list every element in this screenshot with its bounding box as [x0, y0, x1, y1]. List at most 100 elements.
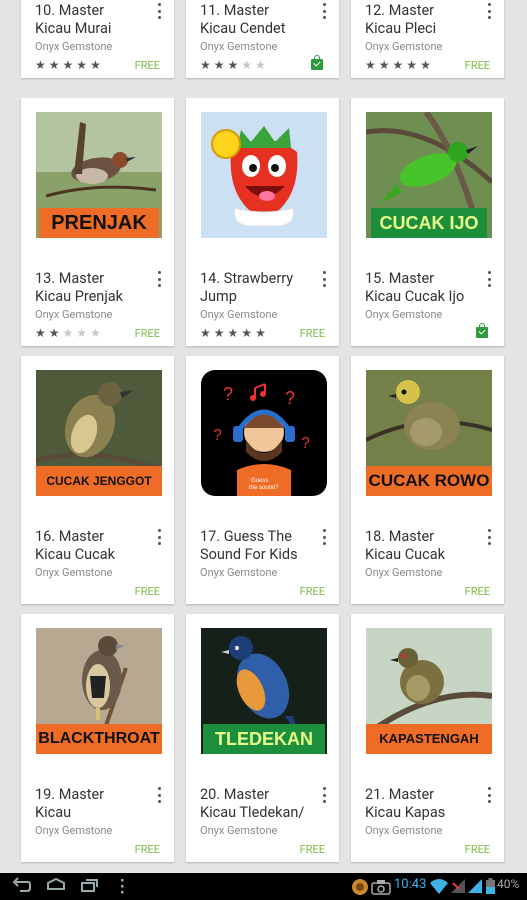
app-title[interactable]: 17. Guess The Sound For Kids: [200, 528, 318, 566]
star-rating: ★★★★★: [200, 326, 269, 340]
app-icon[interactable]: CUCAK IJO: [366, 112, 492, 238]
app-icon-badge: CUCAK JENGGOT: [36, 466, 162, 496]
app-icon[interactable]: CUCAK ROWO: [366, 370, 492, 496]
app-card[interactable]: KAPASTENGAH 21. Master Kicau Kapas Onyx Ge…: [351, 614, 504, 862]
star-icon: ★: [35, 58, 49, 72]
star-icon: ★: [227, 326, 242, 340]
home-icon[interactable]: [46, 877, 66, 895]
app-title[interactable]: 13. Master Kicau Prenjak: [35, 270, 153, 308]
app-title[interactable]: 12. Master Kicau Pleci: [365, 2, 483, 40]
back-icon[interactable]: [12, 877, 32, 895]
star-icon: ★: [90, 326, 104, 340]
app-icon-badge: BLACKTHROAT: [36, 724, 162, 754]
overflow-menu-icon[interactable]: [154, 786, 164, 804]
app-card[interactable]: 10. Master Kicau Murai Onyx Gemstone ★★★★★…: [21, 0, 174, 78]
app-icon[interactable]: CUCAK JENGGOT: [36, 370, 162, 496]
svg-text:Guess: Guess: [251, 478, 268, 484]
app-icon[interactable]: KAPASTENGAH: [366, 628, 492, 754]
star-rating: ★★★★★: [200, 58, 269, 72]
app-icon[interactable]: BLACKTHROAT: [36, 628, 162, 754]
signal-strength-icon: [468, 879, 482, 893]
app-title[interactable]: 18. Master Kicau Cucak: [365, 528, 483, 566]
overflow-menu-icon[interactable]: [484, 270, 494, 288]
star-icon: ★: [241, 58, 256, 72]
app-icon[interactable]: [201, 112, 327, 238]
app-title[interactable]: 10. Master Kicau Murai: [35, 2, 153, 40]
overflow-menu-icon[interactable]: [484, 786, 494, 804]
star-icon: ★: [76, 58, 91, 72]
svg-text:?: ?: [223, 384, 233, 404]
overflow-menu-icon[interactable]: [118, 877, 126, 895]
price-label: FREE: [134, 585, 160, 598]
developer-name[interactable]: Onyx Gemstone: [365, 40, 442, 53]
app-icon-badge: TLEDEKAN: [203, 724, 325, 754]
app-title[interactable]: 11. Master Kicau Cendet: [200, 2, 318, 40]
installed-icon: [476, 323, 488, 338]
overflow-menu-icon[interactable]: [484, 2, 494, 20]
overflow-menu-icon[interactable]: [319, 786, 329, 804]
battery-percent: 40%: [497, 877, 520, 891]
star-icon: ★: [420, 58, 434, 72]
price-label: FREE: [134, 327, 160, 340]
price-label: FREE: [134, 843, 160, 856]
svg-text:?: ?: [213, 427, 222, 444]
app-card[interactable]: 11. Master Kicau Cendet Onyx Gemstone ★★★★…: [186, 0, 339, 78]
app-card[interactable]: CUCAK JENGGOT 16. Master Kicau Cucak Onyx …: [21, 356, 174, 604]
developer-name[interactable]: Onyx Gemstone: [365, 566, 442, 579]
app-card[interactable]: BLACKTHROAT 19. Master Kicau Onyx Gemstone…: [21, 614, 174, 862]
app-card[interactable]: 12. Master Kicau Pleci Onyx Gemstone ★★★★★…: [351, 0, 504, 78]
app-icon[interactable]: TLEDEKAN: [201, 628, 327, 754]
overflow-menu-icon[interactable]: [319, 270, 329, 288]
price-label: FREE: [464, 585, 490, 598]
developer-name[interactable]: Onyx Gemstone: [35, 824, 112, 837]
app-title[interactable]: 14. Strawberry Jump: [200, 270, 318, 308]
developer-name[interactable]: Onyx Gemstone: [200, 40, 277, 53]
developer-name[interactable]: Onyx Gemstone: [200, 308, 277, 321]
app-card[interactable]: CUCAK IJO 15. Master Kicau Cucak Ijo Onyx …: [351, 98, 504, 346]
developer-name[interactable]: Onyx Gemstone: [200, 566, 277, 579]
star-icon: ★: [200, 326, 214, 340]
app-title[interactable]: 16. Master Kicau Cucak: [35, 528, 153, 566]
app-title[interactable]: 19. Master Kicau: [35, 786, 153, 824]
app-card[interactable]: PRENJAK 13. Master Kicau Prenjak Onyx Gems…: [21, 98, 174, 346]
overflow-menu-icon[interactable]: [154, 2, 164, 20]
overflow-menu-icon[interactable]: [319, 2, 329, 20]
price-label: FREE: [299, 327, 325, 340]
app-icon[interactable]: ? ? ? ? Guess the sound?Guess the sound?: [201, 370, 327, 496]
app-card[interactable]: ? ? ? ? Guess the sound?Guess the sound?…: [186, 356, 339, 604]
price-label: FREE: [299, 843, 325, 856]
star-icon: ★: [255, 326, 269, 340]
app-card[interactable]: 14. Strawberry Jump Onyx Gemstone ★★★★★ FRE…: [186, 98, 339, 346]
overflow-menu-icon[interactable]: [154, 270, 164, 288]
star-icon: ★: [35, 326, 49, 340]
battery-icon: [486, 878, 495, 894]
star-rating: ★★★★★: [35, 326, 104, 340]
star-icon: ★: [90, 58, 104, 72]
overflow-menu-icon[interactable]: [319, 528, 329, 546]
developer-name[interactable]: Onyx Gemstone: [35, 40, 112, 53]
wifi-icon: [430, 879, 448, 894]
app-card[interactable]: TLEDEKAN 20. Master Kicau Tledekan/Onyx G…: [186, 614, 339, 862]
svg-text:?: ?: [285, 388, 295, 408]
developer-name[interactable]: Onyx Gemstone: [365, 308, 442, 321]
recent-apps-icon[interactable]: [80, 877, 100, 895]
app-icon-badge: CUCAK ROWO: [366, 466, 492, 496]
star-icon: ★: [48, 326, 63, 340]
developer-name[interactable]: Onyx Gemstone: [200, 824, 277, 837]
app-icon-badge: CUCAK IJO: [371, 208, 487, 238]
app-title[interactable]: 15. Master Kicau Cucak Ijo: [365, 270, 483, 308]
overflow-menu-icon[interactable]: [154, 528, 164, 546]
system-nav-bar: 10:43 40%: [0, 873, 527, 900]
svg-text:?: ?: [301, 435, 310, 452]
developer-name[interactable]: Onyx Gemstone: [35, 566, 112, 579]
app-icon[interactable]: PRENJAK: [36, 112, 162, 238]
developer-name[interactable]: Onyx Gemstone: [35, 308, 112, 321]
screenshot-icon: [371, 880, 391, 895]
star-icon: ★: [406, 58, 421, 72]
app-card[interactable]: CUCAK ROWO 18. Master Kicau Cucak Onyx Gem…: [351, 356, 504, 604]
star-icon: ★: [227, 58, 242, 72]
app-title[interactable]: 20. Master Kicau Tledekan/: [200, 786, 318, 824]
overflow-menu-icon[interactable]: [484, 528, 494, 546]
developer-name[interactable]: Onyx Gemstone: [365, 824, 442, 837]
app-title[interactable]: 21. Master Kicau Kapas: [365, 786, 483, 824]
